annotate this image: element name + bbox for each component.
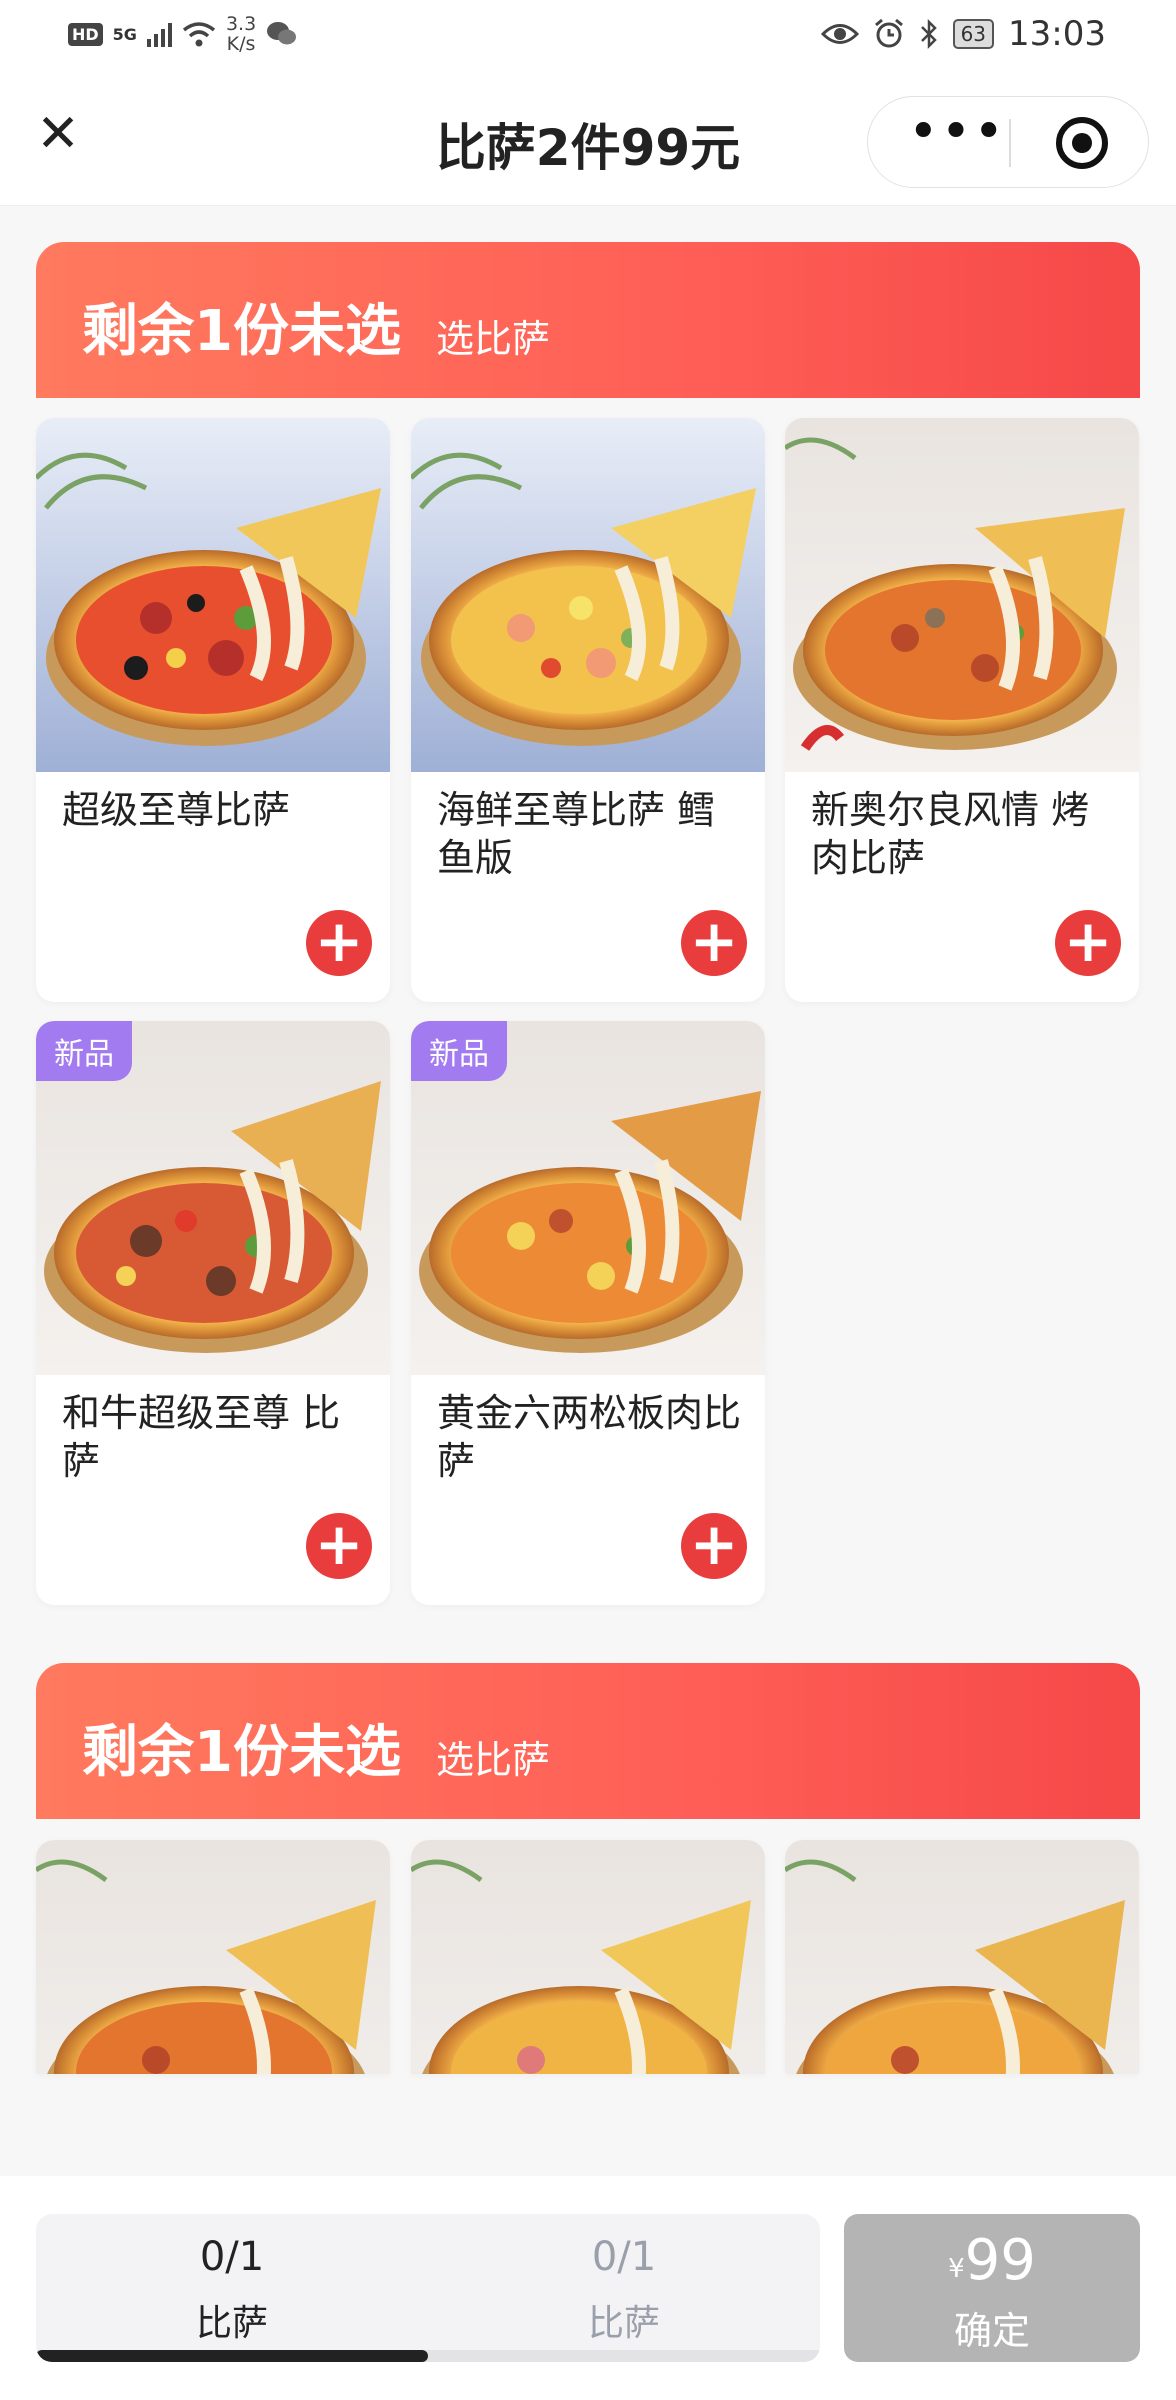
hd-badge: HD (68, 22, 103, 46)
add-button[interactable]: + (681, 1513, 747, 1579)
tab-count: 0/1 (199, 2234, 265, 2280)
confirm-price: ¥99 (844, 2228, 1140, 2293)
speed-unit: K/s (226, 33, 256, 55)
wifi-icon (182, 22, 216, 47)
product-card[interactable]: 新品 黄金六两松板肉比萨 + (411, 1021, 765, 1605)
currency-symbol: ¥ (948, 2254, 965, 2284)
confirm-button[interactable]: ¥99 确定 (844, 2214, 1140, 2362)
product-name: 新奥尔良风情 烤肉比萨 (811, 788, 1090, 880)
clock: 13:03 (1008, 14, 1106, 54)
network-speed: 3.3 K/s (226, 14, 256, 54)
product-card[interactable]: 新品 和牛超级至尊 比萨 + (36, 1021, 390, 1605)
banner-subtitle: 选比萨 (436, 1738, 551, 1782)
bluetooth-icon (920, 18, 937, 50)
add-button[interactable]: + (306, 1513, 372, 1579)
menu-capsule: ••• (867, 96, 1149, 188)
tab-pizza-1[interactable]: 0/1 比萨 (36, 2214, 428, 2362)
pizza-image (36, 418, 390, 772)
wechat-icon (267, 22, 297, 45)
new-badge: 新品 (36, 1021, 132, 1081)
product-card[interactable] (411, 1840, 765, 2074)
product-card[interactable] (785, 1840, 1139, 2074)
alarm-icon (874, 18, 903, 48)
add-button[interactable]: + (306, 910, 372, 976)
price-value: 99 (964, 2228, 1036, 2293)
banner-remaining: 剩余1份未选 (82, 1720, 401, 1785)
network-type: 5G (112, 24, 137, 44)
bottom-bar: 0/1 比萨 0/1 比萨 ¥99 确定 (0, 2176, 1176, 2400)
status-left: HD 5G 3.3 K/s (68, 14, 298, 54)
product-card[interactable] (36, 1840, 390, 2074)
eye-icon (820, 24, 859, 44)
tab-label: 比萨 (587, 2303, 660, 2344)
nav-bar: ✕ 比萨2件99元 ••• (0, 72, 1176, 206)
target-icon[interactable] (1056, 117, 1108, 169)
more-icon[interactable]: ••• (908, 106, 1004, 169)
progress-track (36, 2350, 820, 2362)
tab-pizza-2[interactable]: 0/1 比萨 (428, 2214, 820, 2362)
new-badge: 新品 (411, 1021, 507, 1081)
add-button[interactable]: + (1055, 910, 1121, 976)
product-name: 和牛超级至尊 比萨 (62, 1391, 341, 1483)
pizza-image (785, 418, 1139, 772)
status-bar: HD 5G 3.3 K/s 63 13:03 (0, 0, 1176, 72)
pizza-image (411, 418, 765, 772)
banner-subtitle: 选比萨 (436, 317, 551, 361)
signal-icon (146, 21, 172, 47)
battery-icon: 63 (952, 19, 995, 49)
product-card[interactable]: 新奥尔良风情 烤肉比萨 + (785, 418, 1139, 1002)
confirm-label: 确定 (953, 2309, 1030, 2353)
progress-fill (36, 2350, 428, 2362)
pizza-image (785, 1840, 1139, 2074)
capsule-divider (1009, 119, 1011, 167)
product-card[interactable]: 超级至尊比萨 + (36, 418, 390, 1002)
banner-remaining: 剩余1份未选 (82, 299, 401, 364)
section-banner: 剩余1份未选 选比萨 (36, 1663, 1140, 1819)
selection-tabs: 0/1 比萨 0/1 比萨 (36, 2214, 820, 2362)
add-button[interactable]: + (681, 910, 747, 976)
tab-count: 0/1 (591, 2234, 657, 2280)
speed-value: 3.3 (225, 13, 257, 35)
pizza-image (36, 1840, 390, 2074)
section-banner: 剩余1份未选 选比萨 (36, 242, 1140, 398)
product-card[interactable]: 海鲜至尊比萨 鳕鱼版 + (411, 418, 765, 1002)
tab-label: 比萨 (195, 2303, 268, 2344)
pizza-image (411, 1840, 765, 2074)
product-name: 超级至尊比萨 (62, 788, 291, 832)
status-right: 63 13:03 (820, 14, 1106, 54)
product-name: 海鲜至尊比萨 鳕鱼版 (437, 788, 716, 880)
product-name: 黄金六两松板肉比萨 (437, 1391, 742, 1483)
